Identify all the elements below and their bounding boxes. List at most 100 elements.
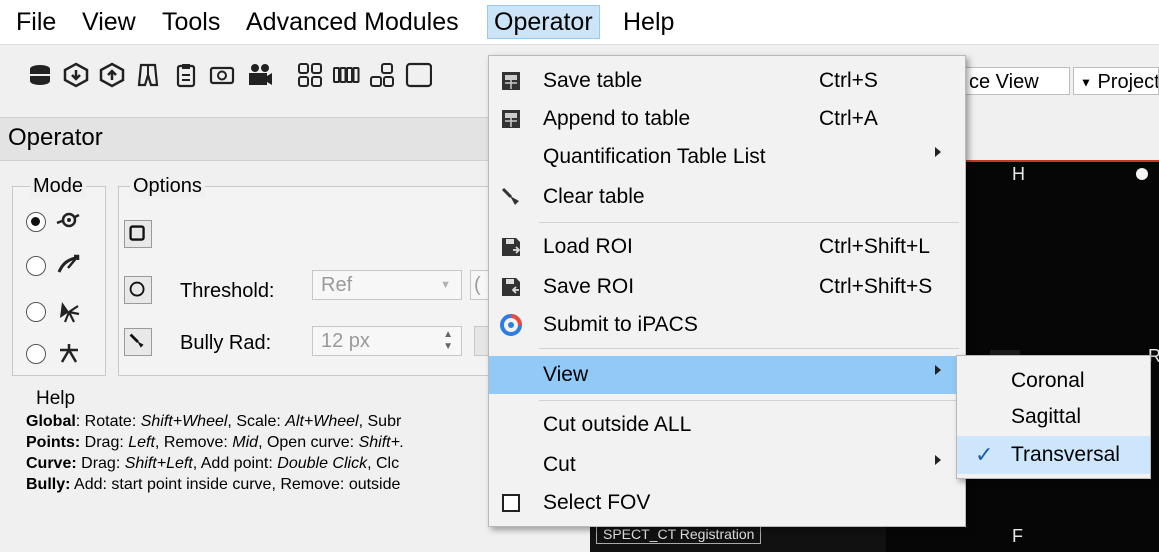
submenu-item-label: Coronal	[1011, 369, 1085, 392]
menu-item-submit-to-ipacs[interactable]: Submit to iPACS	[489, 306, 965, 344]
ipacs-logo-icon	[499, 313, 523, 337]
menu-tools[interactable]: Tools	[156, 6, 226, 38]
view-mode-combo[interactable]: ce View	[962, 67, 1070, 95]
bully-rad-spinbox[interactable]: 12 px ▲ ▼	[312, 326, 462, 356]
menu-item-label: Clear table	[543, 185, 645, 208]
submenu-item-coronal[interactable]: Coronal	[957, 362, 1150, 400]
menu-item-cut-outside-all[interactable]: Cut outside ALL	[489, 406, 965, 444]
help-text-fragment: Points:	[26, 434, 81, 451]
bully-rad-extra[interactable]	[474, 326, 488, 356]
view-submenu: Coronal Sagittal ✓ Transversal	[956, 355, 1151, 479]
menu-item-load-roi[interactable]: Load ROI Ctrl+Shift+L	[489, 228, 965, 266]
checkbox-icon	[499, 491, 523, 515]
mode-group-title: Mode	[30, 175, 87, 198]
help-text-fragment: Mid	[232, 434, 259, 451]
menu-bar: File View Tools Advanced Modules Operato…	[0, 0, 1159, 45]
help-line: Curve: Drag: Shift+Left, Add point: Doub…	[26, 455, 399, 473]
viewer-caption: SPECT_CT Registration	[596, 524, 762, 544]
clipboard-icon[interactable]	[172, 61, 200, 89]
anatomy-icon[interactable]	[134, 61, 162, 89]
submenu-item-transversal[interactable]: ✓ Transversal	[957, 436, 1150, 474]
circle-tool-button[interactable]	[124, 276, 152, 304]
floppy-save-icon	[499, 275, 523, 299]
broom-icon	[499, 185, 523, 209]
menu-item-label: Load ROI	[543, 235, 633, 258]
threshold-select[interactable]: Ref ▼	[312, 270, 462, 300]
video-camera-icon[interactable]	[246, 61, 274, 89]
layout-single-icon[interactable]	[404, 61, 433, 89]
menu-item-shortcut: Ctrl+Shift+S	[819, 275, 933, 298]
spin-arrows-icon[interactable]: ▲ ▼	[443, 329, 453, 353]
submenu-item-sagittal[interactable]: Sagittal	[957, 398, 1150, 436]
menu-item-label: Append to table	[543, 107, 691, 130]
orientation-bottom-label: F	[1012, 526, 1023, 546]
help-line: Bully: Add: start point inside curve, Re…	[26, 476, 400, 494]
projection-combo-value: Projecti	[1097, 71, 1159, 93]
help-text-fragment: Shift+Left	[124, 455, 193, 472]
help-title: Help	[36, 388, 76, 409]
help-text-fragment: Left	[128, 434, 155, 451]
menu-file[interactable]: File	[10, 6, 62, 38]
menu-item-shortcut: Ctrl+A	[819, 107, 878, 130]
database-icon[interactable]	[26, 61, 54, 89]
screenshot-icon[interactable]	[208, 61, 236, 89]
mode-radio-curve[interactable]	[26, 256, 46, 276]
help-text-fragment: , Remove:	[154, 434, 233, 451]
menu-separator	[539, 348, 959, 349]
menu-item-label: Submit to iPACS	[543, 313, 698, 336]
chevron-down-icon: ▼	[440, 279, 451, 291]
cube-upload-icon[interactable]	[98, 61, 126, 89]
projection-combo[interactable]: ▼ Projecti	[1073, 67, 1159, 95]
brush-tool-button[interactable]	[124, 328, 152, 356]
help-text-fragment: Drag:	[80, 434, 129, 451]
help-text-fragment: , Add point:	[192, 455, 278, 472]
threshold-value-field[interactable]: (	[470, 270, 488, 300]
menu-operator[interactable]: Operator	[487, 5, 600, 39]
help-text-fragment: Shift+Wheel	[140, 413, 228, 430]
menu-item-save-roi[interactable]: Save ROI Ctrl+Shift+S	[489, 268, 965, 306]
help-line: Global: Rotate: Shift+Wheel, Scale: Alt+…	[26, 413, 401, 431]
menu-separator	[539, 400, 959, 401]
menu-item-cut[interactable]: Cut	[489, 446, 965, 484]
help-text-fragment: : Rotate:	[75, 413, 141, 430]
help-text-fragment: Add: start point inside curve, Remove: o…	[70, 476, 401, 493]
bully-rad-label: Bully Rad:	[180, 332, 272, 354]
bully-tool-icon	[56, 298, 82, 324]
menu-item-clear-table[interactable]: Clear table	[489, 178, 965, 216]
menu-advanced-modules[interactable]: Advanced Modules	[240, 6, 465, 38]
menu-item-select-fov[interactable]: Select FOV	[489, 484, 965, 522]
threshold-select-value: Ref	[321, 274, 353, 296]
threshold-label: Threshold:	[180, 280, 275, 302]
menu-item-append-to-table[interactable]: Append to table Ctrl+A	[489, 100, 965, 138]
submenu-arrow-icon	[935, 455, 941, 465]
options-group-title: Options	[130, 175, 205, 198]
menu-view[interactable]: View	[76, 6, 142, 38]
view-mode-combo-value: ce View	[969, 71, 1039, 93]
menu-item-quantification-table-list[interactable]: Quantification Table List	[489, 138, 965, 176]
layout-columns-icon[interactable]	[332, 61, 360, 89]
menu-item-label: Quantification Table List	[543, 145, 766, 168]
menu-help[interactable]: Help	[617, 6, 680, 38]
menu-item-view[interactable]: View	[489, 356, 965, 394]
help-text-fragment: Double Click	[277, 455, 368, 472]
help-text-fragment: Shift+.	[358, 434, 405, 451]
viewer-dot-icon	[1136, 168, 1148, 180]
mode-radio-bully[interactable]	[26, 302, 46, 322]
menu-item-save-table[interactable]: Save table Ctrl+S	[489, 62, 965, 100]
help-text-fragment: , Clc	[367, 455, 400, 472]
layout-grid-icon[interactable]	[296, 61, 324, 89]
menu-item-label: Save ROI	[543, 275, 635, 298]
layout-mixed-icon[interactable]	[368, 61, 396, 89]
square-tool-button[interactable]	[124, 220, 152, 248]
chevron-down-icon: ▼	[1080, 75, 1092, 90]
menu-item-label: Save table	[543, 69, 643, 92]
mode-radio-points[interactable]	[26, 212, 46, 232]
menu-item-shortcut: Ctrl+Shift+L	[819, 235, 930, 258]
menu-item-label: Cut	[543, 453, 576, 476]
cube-download-icon[interactable]	[62, 61, 90, 89]
checkmark-icon: ✓	[975, 442, 994, 467]
submenu-arrow-icon	[935, 365, 941, 375]
mode-radio-measure[interactable]	[26, 344, 46, 364]
floppy-load-icon	[499, 235, 523, 259]
bully-rad-value: 12 px	[321, 330, 370, 352]
